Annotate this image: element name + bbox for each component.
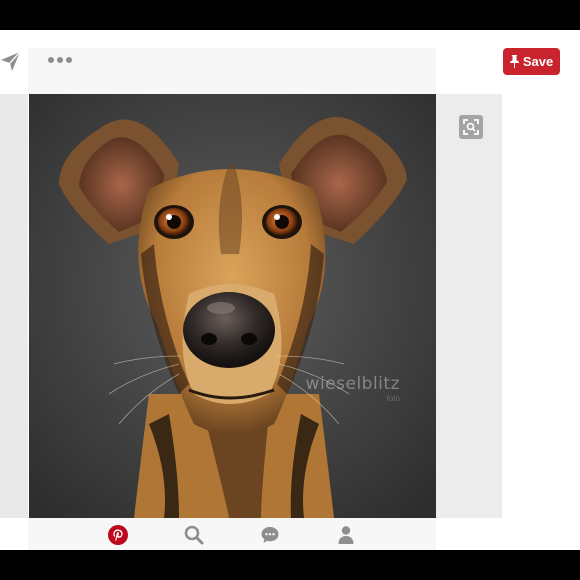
bottom-tab-bar [28, 518, 436, 550]
save-button-label: Save [522, 54, 554, 69]
dog-portrait-image [29, 94, 436, 518]
search-icon[interactable] [183, 524, 205, 546]
letterbox-top [0, 0, 580, 30]
left-gutter [0, 94, 28, 518]
visual-search-button[interactable] [459, 115, 483, 139]
visual-search-icon [463, 119, 479, 135]
pin-header [28, 48, 436, 94]
profile-icon[interactable] [335, 524, 357, 546]
more-dot [57, 57, 63, 63]
pin-image[interactable] [29, 94, 436, 518]
save-button[interactable]: Save [503, 48, 560, 75]
pinterest-home-icon[interactable] [107, 524, 129, 546]
app-screen: Save wieselblitz foto [0, 30, 580, 550]
letterbox-bottom [0, 550, 580, 580]
send-icon[interactable] [0, 50, 22, 72]
right-gutter [436, 94, 502, 518]
watermark: wieselblitz [305, 374, 400, 394]
messages-icon[interactable] [259, 524, 281, 546]
watermark-sub: foto [386, 394, 400, 403]
more-options-icon[interactable] [48, 54, 76, 66]
pushpin-icon [509, 55, 519, 68]
more-dot [66, 57, 72, 63]
more-dot [48, 57, 54, 63]
